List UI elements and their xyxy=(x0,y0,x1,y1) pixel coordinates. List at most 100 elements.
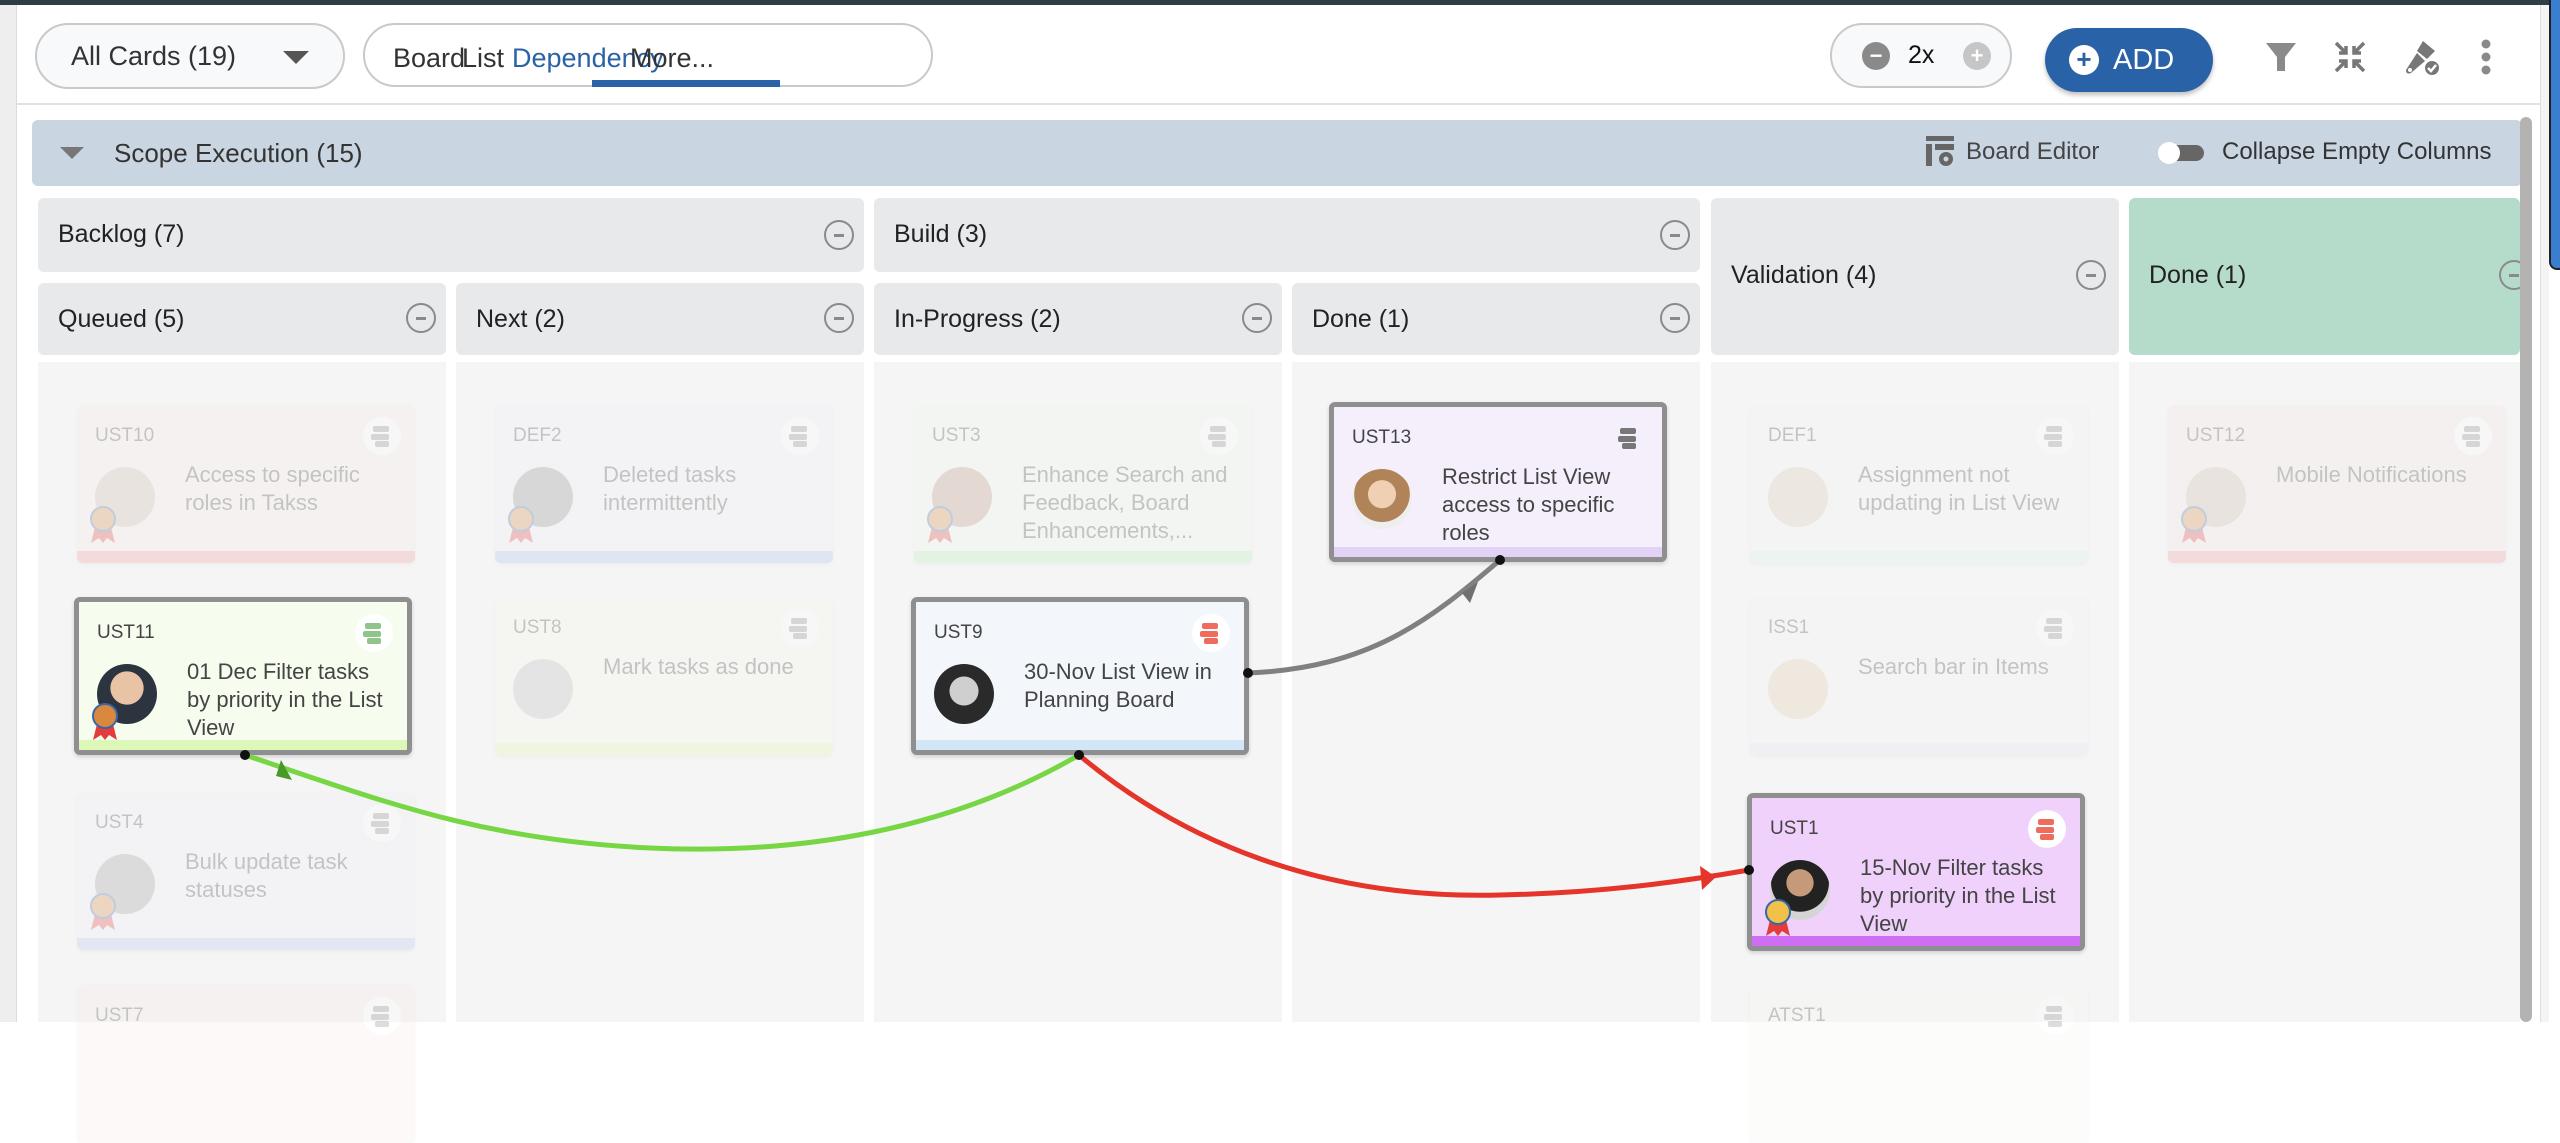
card-ust1[interactable]: UST1 15-Nov Filter tasks by priority in … xyxy=(1747,793,2085,951)
board-editor-icon xyxy=(1926,136,1954,166)
card-id: UST11 xyxy=(97,622,155,643)
board-editor-button[interactable]: Board Editor xyxy=(1926,136,2099,168)
card-status-bar xyxy=(495,743,833,755)
zoom-in-button[interactable]: + xyxy=(1963,42,1991,70)
card-title: Bulk update task statuses xyxy=(185,849,348,902)
dependency-icon xyxy=(363,417,401,455)
collapse-caret-icon[interactable] xyxy=(60,147,84,159)
bronze-medal-icon xyxy=(926,505,954,545)
card-title: Assignment not updating in List View xyxy=(1858,462,2060,515)
view-tabs: Board List Dependency More... xyxy=(363,23,933,87)
collapse-empty-columns-label: Collapse Empty Columns xyxy=(2222,138,2492,165)
card-id: UST7 xyxy=(95,1005,144,1026)
card-id: UST3 xyxy=(932,425,981,446)
card-title: 30-Nov List View in Planning Board xyxy=(1024,659,1212,712)
more-vertical-icon[interactable] xyxy=(2479,39,2493,75)
card-id: ISS1 xyxy=(1768,617,1810,638)
card-ust8[interactable]: UST8 Mark tasks as done xyxy=(495,597,833,755)
card-status-bar xyxy=(916,740,1244,750)
cards-filter-label: All Cards (19) xyxy=(71,40,237,71)
gold-medal-icon xyxy=(1764,898,1792,938)
card-ust12[interactable]: UST12 Mobile Notifications xyxy=(2168,405,2506,563)
minimize-icon[interactable] xyxy=(1242,303,1272,333)
tab-list[interactable]: List xyxy=(462,43,504,74)
dependency-icon xyxy=(781,609,819,647)
group-header-validation: Validation (4) xyxy=(1711,198,2119,355)
column-header-queued: Queued (5) xyxy=(38,283,446,355)
column-title: Queued (5) xyxy=(58,305,185,333)
dependency-icon xyxy=(2036,997,2074,1035)
toggle-knob xyxy=(2158,142,2180,164)
dependency-icon xyxy=(2454,417,2492,455)
card-def2[interactable]: DEF2 Deleted tasks intermittently xyxy=(495,405,833,563)
card-id: UST13 xyxy=(1352,427,1412,448)
dependency-icon xyxy=(781,417,819,455)
card-ust7[interactable]: UST7 xyxy=(77,985,415,1143)
card-title: Search bar in Items xyxy=(1858,654,2049,679)
card-ust3[interactable]: UST3 Enhance Search and Feedback, Board … xyxy=(914,405,1252,563)
dependency-icon xyxy=(1200,417,1238,455)
card-status-bar xyxy=(914,551,1252,563)
vertical-scrollbar[interactable] xyxy=(2520,117,2532,1022)
filter-icon[interactable] xyxy=(2263,39,2299,75)
card-def1[interactable]: DEF1 Assignment not updating in List Vie… xyxy=(1750,405,2088,563)
avatar xyxy=(1352,469,1412,529)
board-toolbar: All Cards (19) Board List Dependency Mor… xyxy=(17,5,2540,105)
card-id: ATST1 xyxy=(1768,1005,1826,1026)
card-status-bar xyxy=(77,938,415,950)
tab-more[interactable]: More... xyxy=(630,43,714,74)
tab-board[interactable]: Board xyxy=(393,43,465,74)
add-button-label: ADD xyxy=(2113,43,2175,76)
group-header-build: Build (3) xyxy=(874,198,1700,272)
card-ust9[interactable]: UST9 30-Nov List View in Planning Board xyxy=(911,597,1249,755)
collapse-empty-columns-toggle[interactable] xyxy=(2158,142,2206,164)
card-id: UST12 xyxy=(2186,425,2246,446)
plus-circle-icon: + xyxy=(2069,45,2099,75)
cards-filter-dropdown[interactable]: All Cards (19) xyxy=(35,23,345,89)
group-title: Validation (4) xyxy=(1731,261,1877,289)
minimize-icon[interactable] xyxy=(1660,220,1690,250)
zoom-out-button[interactable]: − xyxy=(1862,42,1890,70)
paint-brush-check-icon[interactable] xyxy=(2403,39,2441,77)
dependency-icon xyxy=(363,804,401,842)
group-title: Done (1) xyxy=(2149,261,2247,289)
card-id: UST4 xyxy=(95,812,144,833)
collapse-icon[interactable] xyxy=(2332,39,2368,75)
column-title: Done (1) xyxy=(1312,305,1410,333)
card-ust13[interactable]: UST13 Restrict List View access to speci… xyxy=(1329,402,1667,562)
dependency-icon xyxy=(1192,614,1230,652)
column-header-in-progress: In-Progress (2) xyxy=(874,283,1282,355)
card-title: Mobile Notifications xyxy=(2276,462,2467,487)
minimize-icon[interactable] xyxy=(2076,260,2106,290)
scope-header: Scope Execution (15) Board Editor Collap… xyxy=(32,120,2522,186)
card-id: UST1 xyxy=(1770,818,1819,839)
minimize-icon[interactable] xyxy=(824,303,854,333)
card-status-bar xyxy=(79,740,407,750)
minimize-icon[interactable] xyxy=(406,303,436,333)
card-iss1[interactable]: ISS1 Search bar in Items xyxy=(1750,597,2088,755)
bronze-medal-icon xyxy=(91,702,119,742)
group-title: Backlog (7) xyxy=(58,220,185,248)
card-ust4[interactable]: UST4 Bulk update task statuses xyxy=(77,792,415,950)
card-title: Deleted tasks intermittently xyxy=(603,462,737,515)
active-tab-indicator xyxy=(592,80,780,87)
scope-title: Scope Execution (15) xyxy=(114,138,363,168)
bronze-medal-icon xyxy=(89,505,117,545)
card-ust11[interactable]: UST11 01 Dec Filter tasks by priority in… xyxy=(74,597,412,755)
card-id: UST8 xyxy=(513,617,562,638)
left-sidebar-edge xyxy=(0,5,17,1022)
bronze-medal-icon xyxy=(89,892,117,932)
minimize-icon[interactable] xyxy=(824,220,854,250)
card-atst1[interactable]: ATST1 xyxy=(1750,985,2088,1143)
minimize-icon[interactable] xyxy=(1660,303,1690,333)
column-title: In-Progress (2) xyxy=(894,305,1061,333)
card-status-bar xyxy=(1334,547,1662,557)
add-button[interactable]: + ADD xyxy=(2045,28,2213,92)
group-header-backlog: Backlog (7) xyxy=(38,198,864,272)
avatar xyxy=(513,659,573,719)
bronze-medal-icon xyxy=(507,505,535,545)
card-title: 15-Nov Filter tasks by priority in the L… xyxy=(1860,855,2056,936)
side-panel-tab[interactable] xyxy=(2549,0,2560,270)
card-ust10[interactable]: UST10 Access to specific roles in Takss xyxy=(77,405,415,563)
group-title: Build (3) xyxy=(894,220,988,248)
